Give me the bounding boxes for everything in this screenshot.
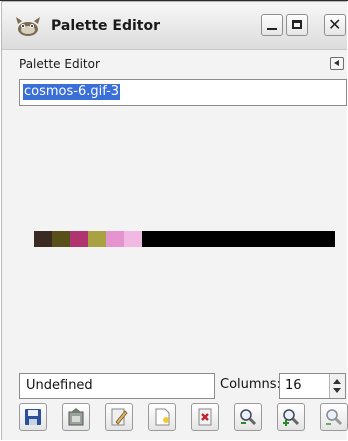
- new-color-button[interactable]: [148, 403, 176, 431]
- zoom-all-button[interactable]: [320, 403, 348, 431]
- new-color-icon: [155, 408, 170, 426]
- palette-editor-window: Palette Editor ✕ Palette Editor cosmos-6…: [1, 1, 348, 440]
- maximize-button[interactable]: [286, 14, 308, 36]
- palette-swatch[interactable]: [70, 231, 88, 247]
- columns-value: 16: [285, 378, 302, 393]
- color-name-text: Undefined: [26, 378, 93, 393]
- tab-menu-icon: [334, 60, 339, 66]
- dock-menu-button[interactable]: [330, 57, 344, 70]
- spin-up-icon[interactable]: [333, 379, 341, 384]
- edit-color-button[interactable]: [105, 403, 133, 431]
- revert-icon: [68, 408, 84, 426]
- zoom-in-button[interactable]: [277, 403, 305, 431]
- maximize-icon: [292, 20, 302, 29]
- columns-label: Columns:: [220, 377, 281, 392]
- spin-buttons[interactable]: [329, 374, 345, 398]
- palette-swatch[interactable]: [34, 231, 52, 247]
- zoom-out-icon: [240, 409, 257, 426]
- close-icon: ✕: [328, 15, 342, 34]
- save-button[interactable]: [19, 403, 47, 431]
- palette-swatch[interactable]: [52, 231, 70, 247]
- zoom-out-button[interactable]: [234, 403, 262, 431]
- palette-swatch[interactable]: [124, 231, 142, 247]
- close-button[interactable]: ✕: [324, 14, 346, 36]
- delete-color-icon: [198, 408, 212, 426]
- window-title: Palette Editor: [51, 18, 160, 34]
- dock-title: Palette Editor: [19, 57, 100, 71]
- zoom-in-icon: [283, 409, 300, 426]
- minimize-button[interactable]: [261, 14, 283, 36]
- palette-name-input[interactable]: cosmos-6.gif-3: [19, 79, 347, 106]
- palette-toolbar: [19, 403, 348, 433]
- delete-color-button[interactable]: [191, 403, 219, 431]
- revert-button[interactable]: [62, 403, 90, 431]
- edit-color-icon: [111, 408, 128, 426]
- spin-down-icon[interactable]: [333, 388, 341, 393]
- columns-spinbutton[interactable]: 16: [279, 373, 346, 399]
- color-name-field[interactable]: Undefined: [19, 373, 215, 399]
- gimp-app-icon: [16, 17, 40, 36]
- window-titlebar[interactable]: Palette Editor ✕: [2, 5, 347, 50]
- palette-name-text: cosmos-6.gif-3: [23, 84, 121, 100]
- floppy-disk-icon: [25, 409, 41, 425]
- palette-swatch[interactable]: [106, 231, 124, 247]
- zoom-all-icon: [326, 409, 343, 426]
- minimize-icon: [267, 28, 277, 30]
- palette-swatch-strip[interactable]: [34, 231, 335, 247]
- palette-swatch[interactable]: [88, 231, 106, 247]
